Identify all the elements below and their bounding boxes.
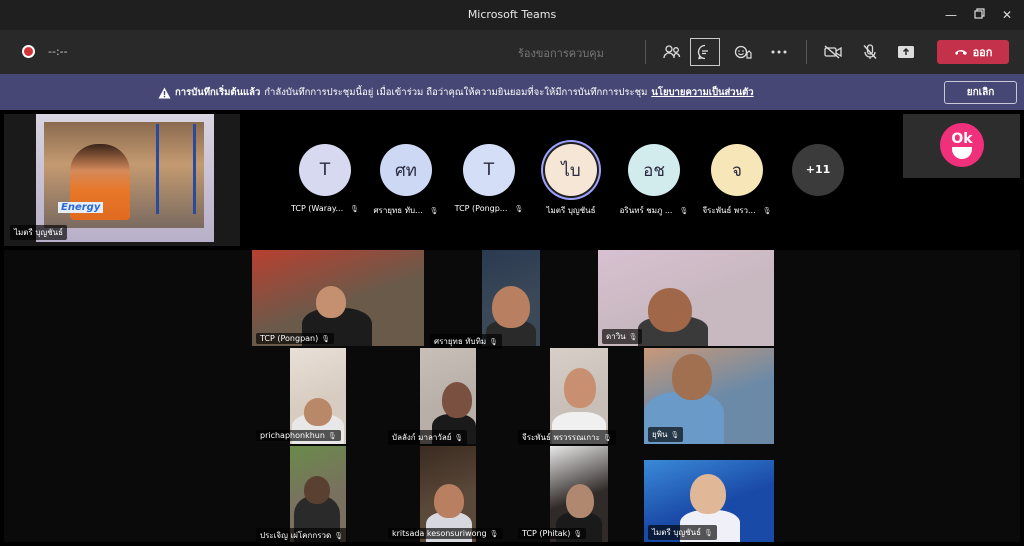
mic-off-icon: 🎙 bbox=[679, 206, 689, 215]
mic-off-icon: 🎙 bbox=[704, 529, 713, 537]
participant-avatar[interactable]: T TCP (Waray... 🎙 bbox=[280, 144, 370, 213]
toolbar-divider bbox=[806, 40, 807, 64]
share-screen-icon[interactable] bbox=[891, 38, 921, 66]
restore-icon[interactable] bbox=[968, 4, 990, 26]
more-participants-button[interactable]: +11 bbox=[792, 144, 844, 196]
participant-name: ยุพิน bbox=[652, 430, 668, 439]
mic-off-icon: 🎙 bbox=[670, 431, 680, 439]
energy-logo: Energy bbox=[58, 202, 104, 213]
mic-off-icon: 🎙 bbox=[514, 204, 524, 213]
cancel-recording-button[interactable]: ยกเลิก bbox=[944, 81, 1017, 104]
avatar: T bbox=[463, 144, 515, 196]
participant-name: kritsada kesonsuriwong bbox=[392, 529, 487, 538]
privacy-policy-link[interactable]: นโยบายความเป็นส่วนตัว bbox=[651, 85, 753, 100]
leave-button[interactable]: ออก bbox=[937, 40, 1009, 64]
mic-off-icon: 🎙 bbox=[628, 333, 638, 341]
spotlight-video: Energy bbox=[36, 114, 214, 242]
mic-off-icon: 🎙 bbox=[454, 434, 464, 442]
avatar: จ bbox=[711, 144, 763, 196]
video-tile[interactable]: ไมตรี บุญชันธ์ 🎙 bbox=[644, 460, 774, 542]
participant-name: จีระพันธ์ พรว... bbox=[702, 206, 756, 215]
participant-name: TCP (Waray... bbox=[290, 204, 344, 213]
participant-name: ดาวิน bbox=[606, 332, 626, 341]
avatar: ไบ bbox=[545, 144, 597, 196]
recording-banner: การบันทึกเริ่มต้นแล้ว กำลังบันทึกการประช… bbox=[0, 74, 1024, 110]
request-control-button[interactable]: ร้องขอการควบคุม bbox=[518, 44, 604, 62]
ok-logo: Ok bbox=[940, 123, 984, 167]
spotlight-video-tile[interactable]: Energy ไมตรี บุญชันธ์ bbox=[4, 114, 240, 246]
mic-off-icon: 🎙 bbox=[350, 204, 360, 213]
mic-off-icon: 🎙 bbox=[573, 530, 583, 538]
mic-off-icon: 🎙 bbox=[429, 206, 439, 215]
mic-off-icon: 🎙 bbox=[602, 434, 612, 442]
call-timer: --:-- bbox=[48, 45, 68, 58]
more-options-icon[interactable] bbox=[764, 38, 794, 66]
chat-icon[interactable] bbox=[690, 38, 720, 66]
mic-off-icon[interactable] bbox=[855, 38, 885, 66]
title-bar: Microsoft Teams — ✕ bbox=[0, 0, 1024, 30]
mic-off-icon: 🎙 bbox=[334, 532, 344, 540]
participant-name: ศรายุทธ ทับ... bbox=[373, 206, 423, 215]
participant-name: ไมตรี บุญชันธ์ bbox=[546, 206, 596, 215]
mic-off-icon: 🎙 bbox=[489, 530, 499, 538]
mic-off-icon: 🎙 bbox=[762, 206, 772, 215]
participant-avatar[interactable]: จ จีระพันธ์ พรว... 🎙 bbox=[692, 144, 782, 217]
participant-name: จีระพันธ์ พรวรรณเกาะ bbox=[522, 433, 600, 442]
banner-title: การบันทึกเริ่มต้นแล้ว bbox=[175, 87, 261, 98]
participant-name: อรินทร์ ชมภู ... bbox=[619, 206, 673, 215]
participant-name: prichaphonkhun bbox=[260, 431, 325, 440]
mic-off-icon: 🎙 bbox=[489, 338, 499, 346]
toolbar-divider bbox=[645, 40, 646, 64]
minimize-icon[interactable]: — bbox=[940, 4, 962, 26]
participant-avatar[interactable]: อช อรินทร์ ชมภู ... 🎙 bbox=[609, 144, 699, 217]
call-toolbar: --:-- ร้องขอการควบคุม ออก bbox=[0, 30, 1024, 74]
window-title: Microsoft Teams bbox=[467, 8, 557, 21]
hang-up-icon bbox=[954, 50, 967, 55]
close-icon[interactable]: ✕ bbox=[996, 4, 1018, 26]
camera-off-icon[interactable] bbox=[818, 38, 848, 66]
recording-indicator-icon bbox=[22, 45, 35, 58]
video-gallery: TCP (Pongpan) 🎙 ศรายุทธ ทับทิม 🎙 ดาวิน 🎙 pr… bbox=[4, 250, 1020, 543]
leave-label: ออก bbox=[972, 46, 993, 59]
mic-off-icon: 🎙 bbox=[321, 335, 331, 343]
avatar: ศท bbox=[380, 144, 432, 196]
participant-name: ประเจิญ เผ่โคกกรวด bbox=[260, 531, 332, 540]
participant-avatar[interactable]: T TCP (Pongp... 🎙 bbox=[444, 144, 534, 213]
avatar: T bbox=[299, 144, 351, 196]
participant-avatar[interactable]: ศท ศรายุทธ ทับ... 🎙 bbox=[361, 144, 451, 217]
mic-off-icon: 🎙 bbox=[327, 432, 337, 440]
self-view-tile[interactable]: Ok bbox=[903, 114, 1020, 178]
video-tile[interactable] bbox=[482, 250, 540, 346]
warning-icon bbox=[158, 87, 171, 98]
participant-name: TCP (Pongpan) bbox=[260, 334, 319, 343]
participants-icon[interactable] bbox=[657, 38, 687, 66]
video-tile[interactable]: TCP (Pongpan) 🎙 bbox=[252, 250, 424, 346]
video-tile[interactable]: ดาวิน 🎙 bbox=[598, 250, 774, 346]
participant-name: บัลลังก์ มาลาวัลย์ bbox=[392, 433, 452, 442]
participant-name: ไมตรี บุญชันธ์ bbox=[652, 528, 702, 537]
video-tile[interactable]: ยุพิน 🎙 bbox=[644, 348, 774, 444]
participant-name: ศรายุทธ ทับทิม bbox=[434, 337, 487, 346]
banner-message: กำลังบันทึกการประชุมนี้อยู่ เมื่อเข้าร่ว… bbox=[264, 87, 648, 98]
spotlight-name: ไมตรี บุญชันธ์ bbox=[10, 225, 68, 240]
avatar: อช bbox=[628, 144, 680, 196]
participant-name: TCP (Phitak) bbox=[522, 529, 571, 538]
participant-avatar[interactable]: ไบ ไมตรี บุญชันธ์ bbox=[526, 144, 616, 217]
participant-name: TCP (Pongp... bbox=[454, 204, 508, 213]
reactions-icon[interactable] bbox=[728, 38, 758, 66]
